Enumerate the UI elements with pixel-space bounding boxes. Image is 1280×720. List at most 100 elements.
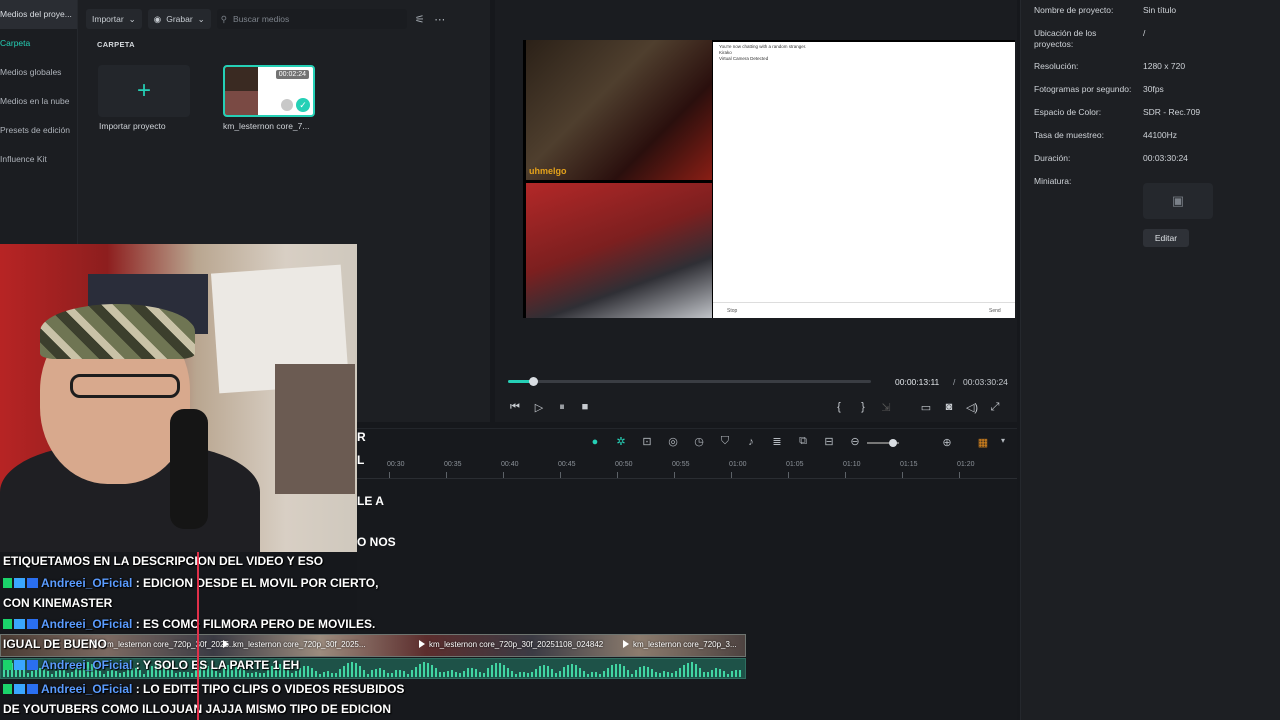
ruler-tick: 00:55 [672,461,690,478]
thumb-frame [225,91,258,115]
prop-label: Nombre de proyecto: [1034,5,1114,15]
send-button[interactable]: Send [989,308,1001,314]
chat-message: ETIQUETAMOS EN LA DESCRIPCION DEL VIDEO … [3,554,323,568]
playhead[interactable] [197,552,199,720]
chevron-down-icon[interactable]: ▾ [995,436,1011,445]
prop-value: SDR - Rec.709 [1143,107,1201,117]
media-search-input[interactable]: ⚲ Buscar medios [216,9,407,29]
sidebar-item-edit-presets[interactable]: Presets de edición [0,116,77,145]
sidebar-item-cloud-media[interactable]: Medios en la nube [0,87,77,116]
mark-in-icon[interactable]: { [832,401,846,413]
edit-thumbnail-button[interactable]: Editar [1143,229,1189,247]
stop-button[interactable]: Stop [727,308,737,314]
sidebar-item-global-media[interactable]: Medios globales [0,58,77,87]
overlay-text-fragment: O NOS [357,535,396,549]
chat-message: Andreei_OFicial : Y SOLO ES LA PARTE 1 E… [3,658,299,672]
status-dot [281,99,293,111]
chat-text: IGUAL DE BUENO [3,637,107,651]
ai-icon[interactable]: ● [587,436,603,448]
streamer-webcam-overlay [0,244,357,552]
plus-icon: + [136,77,151,104]
import-label: Importar [92,14,124,24]
chat-window: You're now chatting with a random strang… [713,42,1015,318]
chat-message: Andreei_OFicial : LO EDITE TIPO CLIPS O … [3,682,404,696]
shield-icon[interactable]: ⛉ [717,435,733,448]
clip-icon[interactable]: ⊡ [639,435,655,448]
video-editor-window: Medios del proye... Carpeta Medios globa… [0,0,1280,720]
more-options-icon[interactable]: ⋯ [433,13,447,26]
search-icon: ⚲ [220,13,228,24]
time-ruler[interactable]: 00:30 00:35 00:40 00:45 00:50 00:55 01:00 01:05… [357,459,1017,479]
record-icon: ◉ [153,13,162,24]
prop-label: Duración: [1034,153,1071,163]
prop-label: Fotogramas por segundo: [1034,84,1132,94]
mic-icon[interactable]: ♪ [743,436,759,448]
mark-out-icon[interactable]: } [856,401,870,413]
microphone [170,409,208,529]
ruler-tick: 01:05 [786,461,804,478]
wall-poster [275,364,355,494]
import-dropdown[interactable]: Importar ⌄ [86,9,142,29]
chat-badge-icon [3,617,38,631]
overlay-text-fragment: L [357,453,365,467]
overlay-text-fragment: LE A [357,494,384,508]
chat-username: Andreei_OFicial [41,682,133,696]
split-icon[interactable]: ⊟ [821,435,837,448]
project-thumbnail: ▣ [1143,183,1213,219]
check-icon: ✓ [296,98,310,112]
chat-text: : LO EDITE TIPO CLIPS O VIDEOS RESUBIDOS [135,682,405,696]
prop-value: 44100Hz [1143,130,1178,140]
stream-chat-overlay: ETIQUETAMOS EN LA DESCRIPCION DEL VIDEO … [0,552,760,720]
filter-icon[interactable]: ⚟ [413,13,427,26]
total-time: 00:03:30:24 [963,377,1008,387]
ruler-tick: 01:00 [729,461,747,478]
zoom-handle[interactable] [889,439,897,447]
zoom-out-icon[interactable]: ⊖ [847,435,863,448]
chat-badge-icon [3,658,38,672]
pause-icon[interactable]: ⏸ [555,401,569,414]
ruler-tick: 00:35 [444,461,462,478]
media-clip-thumbnail[interactable]: 00:02:24 ✓ [223,65,315,117]
speed-icon[interactable]: ◷ [691,435,707,448]
chat-text: : ES COMO FILMORA PERO DE MOVILES. [135,617,376,631]
media-sidebar: Medios del proye... Carpeta Medios globa… [0,0,78,245]
playback-scrubber[interactable] [508,377,871,386]
timeline-toolbar: ● ✲ ⊡ ◎ ◷ ⛉ ♪ ≣ ⧉ ⊟ ⊖ [587,435,863,448]
insert-icon[interactable]: ⇲ [879,401,893,414]
fullscreen-icon[interactable]: ⤢ [988,401,1002,414]
chat-log-line: Virtual Camera Detected [719,56,769,61]
scrubber-handle[interactable] [529,377,539,386]
preview-canvas[interactable]: uhmelgo You're now chatting with a rando… [523,40,1015,318]
cam-label: uhmelgo [529,166,567,176]
chat-username: Andreei_OFicial [41,658,133,672]
chat-message: CON KINEMASTER [3,596,112,610]
volume-icon[interactable]: ◁) [965,401,979,414]
zoom-in-icon[interactable]: ⊕ [939,436,955,449]
clip-label: km_lesternon core_7... [223,121,310,131]
chat-message: Andreei_OFicial : EDICION DESDE EL MOVIL… [3,576,378,590]
chat-text: CON KINEMASTER [3,596,113,610]
prop-value: Sin título [1143,5,1177,15]
stop-icon[interactable]: ■ [578,401,592,413]
sidebar-item-project-media[interactable]: Medios del proye... [0,0,77,29]
text-list-icon[interactable]: ≣ [769,435,785,448]
stranger-webcam-frame [526,40,712,180]
current-time: 00:00:13:11 [895,377,940,387]
ruler-tick: 00:50 [615,461,633,478]
layout-icon[interactable]: ▦ [975,436,991,449]
ruler-tick: 00:30 [387,461,405,478]
replace-icon[interactable]: ⧉ [795,435,811,448]
import-project-card[interactable]: + [98,65,190,117]
snapshot-icon[interactable]: ◙ [942,401,956,413]
snap-icon[interactable]: ✲ [613,435,629,448]
record-dropdown[interactable]: ◉ Grabar ⌄ [147,9,211,29]
display-icon[interactable]: ▭ [919,401,933,414]
sidebar-item-influence-kit[interactable]: Influence Kit [0,145,77,174]
step-back-icon[interactable]: ⏮ [508,401,522,414]
ruler-tick: 01:10 [843,461,861,478]
glasses [70,374,180,398]
play-icon[interactable]: ▷ [532,401,546,414]
zoom-slider[interactable] [867,439,899,447]
sidebar-item-folder[interactable]: Carpeta [0,29,77,58]
camera-icon[interactable]: ◎ [665,435,681,448]
